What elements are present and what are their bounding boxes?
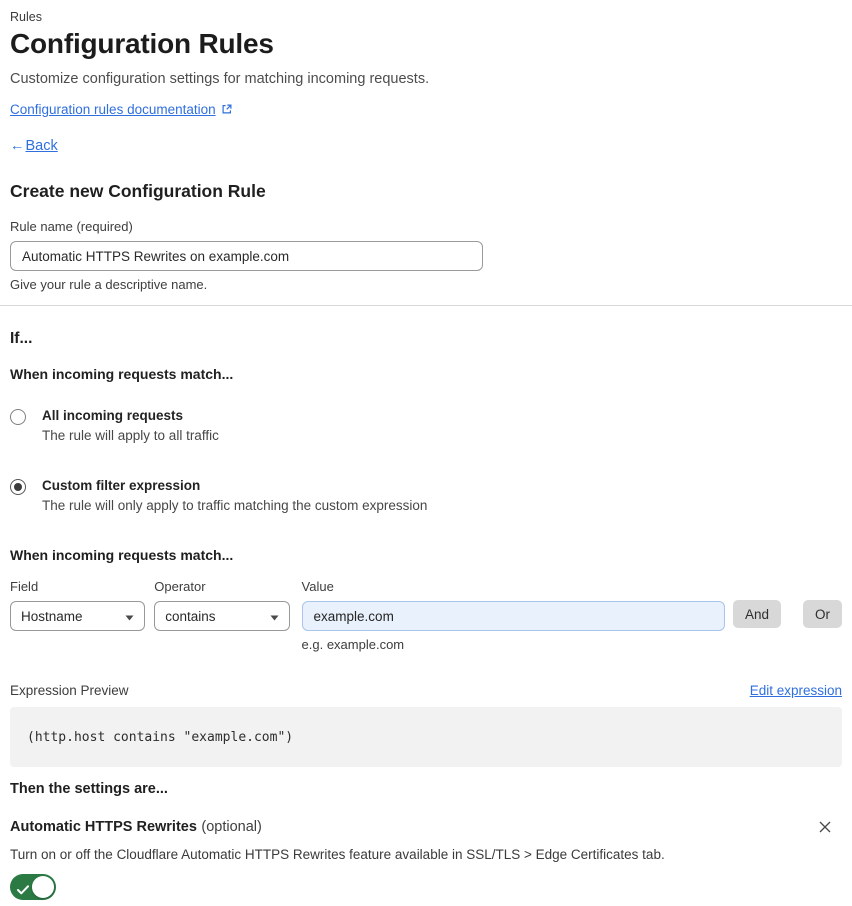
page-title: Configuration Rules <box>10 27 842 61</box>
configuration-rules-page: Rules Configuration Rules Customize conf… <box>0 0 852 900</box>
chevron-down-icon <box>125 609 134 624</box>
then-settings-heading: Then the settings are... <box>10 781 842 797</box>
expression-preview-header: Expression Preview Edit expression <box>10 683 842 698</box>
if-heading: If... <box>10 330 842 348</box>
and-button[interactable]: And <box>733 600 781 628</box>
operator-select-value: contains <box>165 609 215 624</box>
expression-preview-code: (http.host contains "example.com") <box>27 730 293 745</box>
page-subtitle: Customize configuration settings for mat… <box>10 70 842 88</box>
operator-column: Operator contains <box>154 579 289 631</box>
setting-optional-label: (optional) <box>201 819 261 835</box>
radio-option-all-incoming-requests[interactable]: All incoming requests The rule will appl… <box>10 408 842 444</box>
radio-option-text: Custom filter expression The rule will o… <box>42 478 427 514</box>
builder-buttons: And Or <box>725 579 842 628</box>
field-select[interactable]: Hostname <box>10 601 145 631</box>
create-rule-heading: Create new Configuration Rule <box>10 181 842 202</box>
external-link-icon <box>221 103 233 115</box>
radio-option-label: All incoming requests <box>42 408 219 424</box>
expression-builder-row: Field Hostname Operator contains Value e… <box>10 579 842 652</box>
radio-option-description: The rule will apply to all traffic <box>42 428 219 444</box>
or-button[interactable]: Or <box>803 600 842 628</box>
field-label: Field <box>10 579 145 594</box>
back-arrow-icon: ← <box>10 138 25 154</box>
radio-option-custom-filter-expression[interactable]: Custom filter expression The rule will o… <box>10 478 842 514</box>
radio-option-description: The rule will only apply to traffic matc… <box>42 498 427 514</box>
setting-title: Automatic HTTPS Rewrites (optional) <box>10 818 262 836</box>
match-heading: When incoming requests match... <box>10 366 842 382</box>
field-select-value: Hostname <box>21 609 83 624</box>
expression-preview-code-box: (http.host contains "example.com") <box>10 707 842 767</box>
setting-name: Automatic HTTPS Rewrites <box>10 819 197 835</box>
toggle-thumb <box>32 876 54 898</box>
rule-name-input[interactable] <box>10 241 483 271</box>
section-divider <box>0 305 852 306</box>
radio-option-text: All incoming requests The rule will appl… <box>42 408 219 444</box>
documentation-link[interactable]: Configuration rules documentation <box>10 102 216 117</box>
expression-builder-heading: When incoming requests match... <box>10 547 842 563</box>
value-help: e.g. example.com <box>302 637 725 652</box>
rule-name-label: Rule name (required) <box>10 219 842 234</box>
back-label: Back <box>26 138 58 154</box>
radio-button[interactable] <box>10 479 26 495</box>
field-column: Field Hostname <box>10 579 145 631</box>
radio-button[interactable] <box>10 409 26 425</box>
https-rewrites-toggle[interactable] <box>10 874 56 900</box>
setting-description: Turn on or off the Cloudflare Automatic … <box>10 847 842 863</box>
operator-select[interactable]: contains <box>154 601 289 631</box>
operator-label: Operator <box>154 579 289 594</box>
check-icon <box>17 882 29 900</box>
setting-header: Automatic HTTPS Rewrites (optional) <box>10 818 842 836</box>
value-column: Value e.g. example.com <box>302 579 725 652</box>
edit-expression-link[interactable]: Edit expression <box>750 683 842 698</box>
close-icon[interactable] <box>816 818 834 836</box>
value-input[interactable] <box>302 601 725 631</box>
radio-option-label: Custom filter expression <box>42 478 427 494</box>
breadcrumb: Rules <box>10 10 842 24</box>
value-label: Value <box>302 579 725 594</box>
expression-preview-label: Expression Preview <box>10 683 129 698</box>
back-link[interactable]: ←Back <box>10 138 58 154</box>
chevron-down-icon <box>270 609 279 624</box>
rule-name-help: Give your rule a descriptive name. <box>10 277 842 292</box>
documentation-link-row: Configuration rules documentation <box>10 102 842 117</box>
